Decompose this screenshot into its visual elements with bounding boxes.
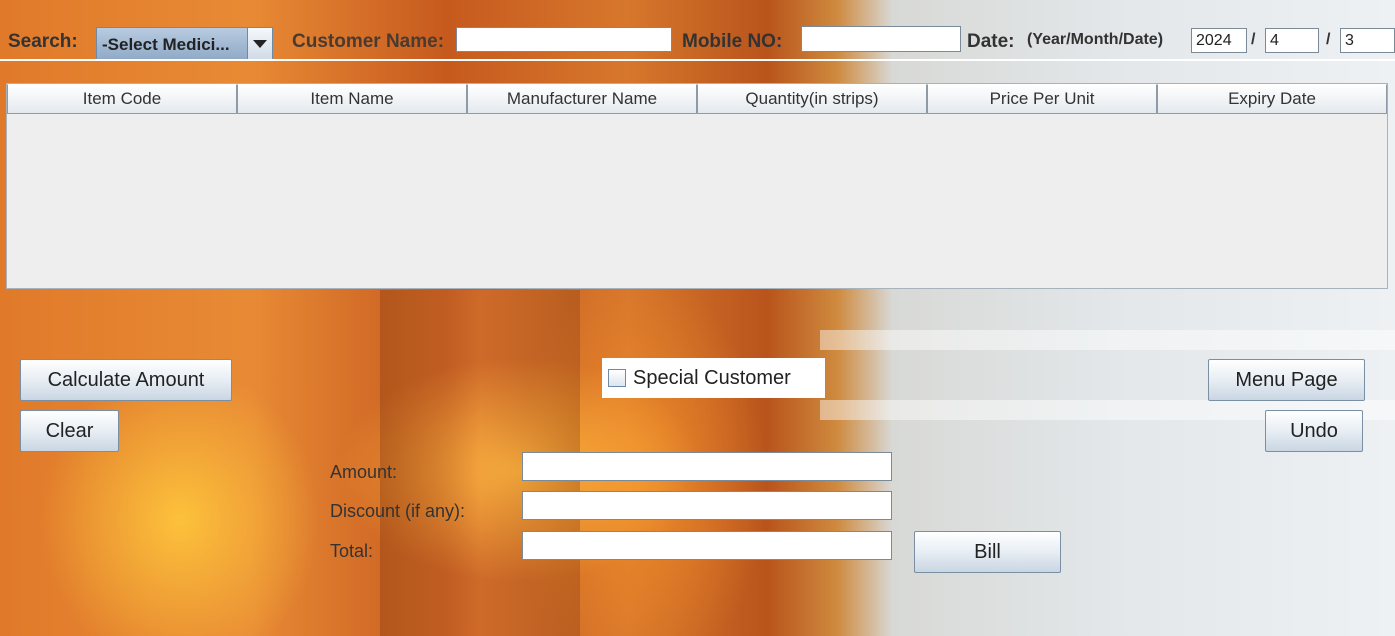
day-input[interactable] (1340, 28, 1395, 53)
table-header: Item Code Item Name Manufacturer Name Qu… (7, 84, 1387, 114)
total-input[interactable] (522, 531, 892, 560)
medicine-select[interactable]: -Select Medici... (96, 27, 273, 61)
customer-name-label: Customer Name: (292, 31, 445, 52)
clear-button[interactable]: Clear (20, 410, 119, 452)
background-shelf (820, 330, 1395, 350)
date-separator: / (1326, 31, 1331, 48)
month-input[interactable] (1265, 28, 1319, 53)
year-input[interactable] (1191, 28, 1247, 53)
date-label: Date: (967, 31, 1015, 52)
column-header-price-per-unit[interactable]: Price Per Unit (927, 84, 1157, 114)
menu-page-button[interactable]: Menu Page (1208, 359, 1365, 401)
column-header-item-name[interactable]: Item Name (237, 84, 467, 114)
discount-label: Discount (if any): (330, 501, 466, 521)
column-header-item-code[interactable]: Item Code (7, 84, 237, 114)
customer-name-input[interactable] (456, 27, 672, 52)
medicine-select-value: -Select Medici... (102, 35, 230, 54)
column-header-quantity[interactable]: Quantity(in strips) (697, 84, 927, 114)
checkbox-icon[interactable] (608, 369, 626, 387)
chevron-down-icon (253, 40, 267, 48)
amount-label: Amount: (330, 462, 398, 482)
search-label: Search: (8, 31, 78, 52)
special-customer-label: Special Customer (633, 366, 791, 389)
bill-button[interactable]: Bill (914, 531, 1061, 573)
calculate-amount-button[interactable]: Calculate Amount (20, 359, 232, 401)
column-header-manufacturer-name[interactable]: Manufacturer Name (467, 84, 697, 114)
undo-button[interactable]: Undo (1265, 410, 1363, 452)
date-separator: / (1251, 31, 1256, 48)
special-customer-checkbox[interactable]: Special Customer (602, 358, 825, 398)
header-divider (0, 59, 1395, 61)
dropdown-arrow-button[interactable] (247, 28, 272, 60)
amount-input[interactable] (522, 452, 892, 481)
medicine-table[interactable]: Item Code Item Name Manufacturer Name Qu… (6, 83, 1388, 289)
date-format-hint: (Year/Month/Date) (1027, 31, 1164, 48)
discount-input[interactable] (522, 491, 892, 520)
column-header-expiry-date[interactable]: Expiry Date (1157, 84, 1387, 114)
mobile-label: Mobile NO: (682, 31, 783, 52)
total-label: Total: (330, 541, 374, 561)
mobile-input[interactable] (801, 26, 961, 52)
